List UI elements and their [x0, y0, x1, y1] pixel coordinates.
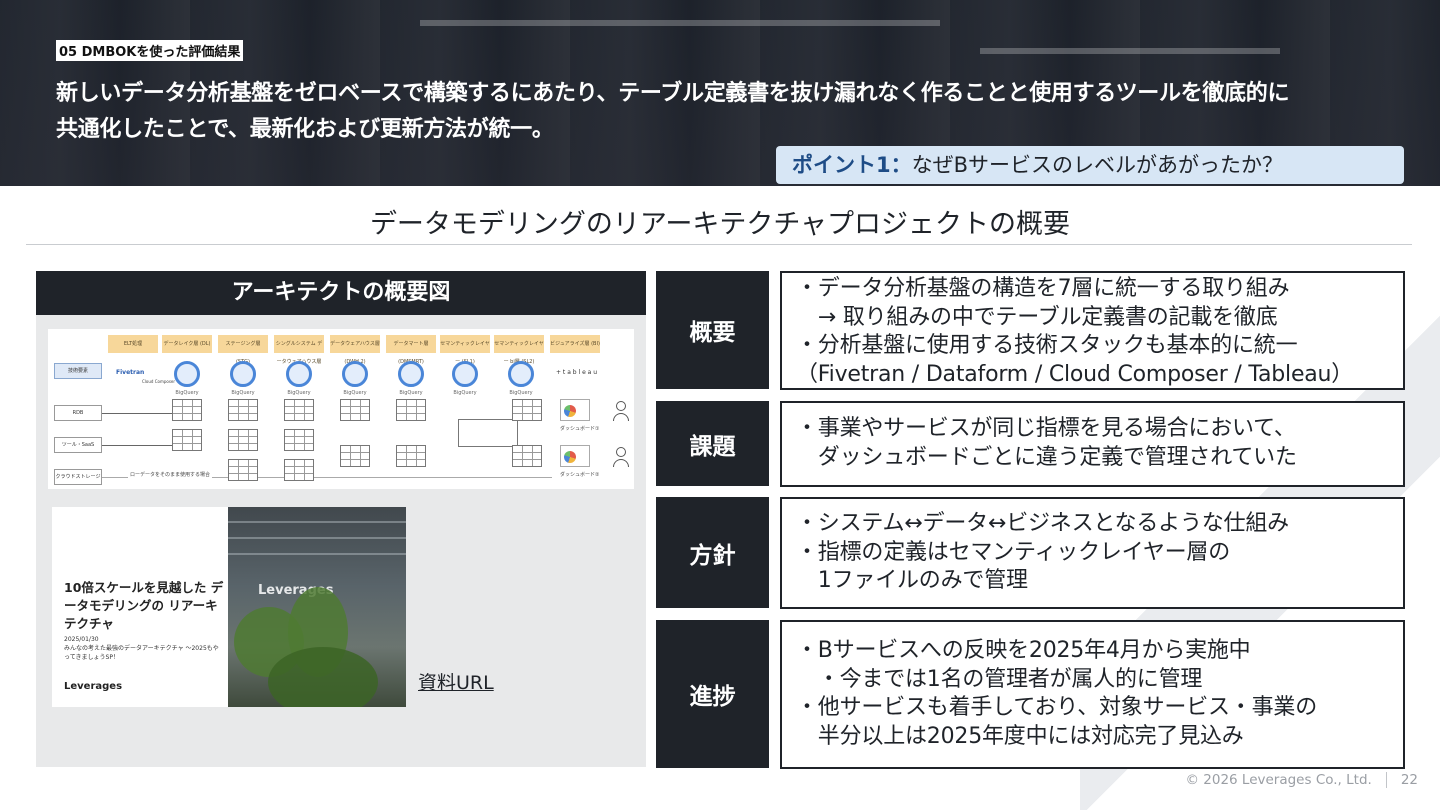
user-icon — [616, 447, 626, 457]
analysis-table-box — [458, 419, 518, 447]
table-icon — [340, 445, 370, 467]
table-icon — [512, 445, 542, 467]
panel-title: アーキテクトの概要図 — [36, 271, 646, 315]
row-label-progress: 進捗 — [656, 620, 769, 768]
ceiling-beam — [420, 20, 940, 26]
table-icon — [228, 399, 258, 421]
cover-event: みんなの考えた最強のデータアーキテクチャ ～2025もやってきましょうSP！ — [64, 645, 219, 661]
layer-chip: ステージング層 (STG) — [218, 335, 268, 365]
layer-chip: データウェアハウス層 (DWH 2) — [330, 335, 380, 365]
table-icon — [396, 445, 426, 467]
footer-separator — [1385, 772, 1387, 788]
page-number: 22 — [1400, 772, 1418, 788]
headline-line-1: 新しいデータ分析基盤をゼロベースで構築するにあたり、テーブル定義書を抜け漏れなく… — [56, 81, 1290, 106]
dashboard-label: ダッシュボード② — [560, 472, 600, 478]
slide: 05 DMBOKを使った評価結果 新しいデータ分析基盤をゼロベースで構築するにあ… — [0, 0, 1440, 810]
user-icon-body — [613, 413, 629, 421]
table-icon — [284, 429, 314, 451]
layer-chip: ELT処理 — [108, 335, 158, 353]
photo-ceiling — [228, 553, 406, 555]
dashboard-icon — [560, 399, 590, 421]
bigquery-label: BigQuery — [287, 390, 311, 396]
bigquery-label: BigQuery — [231, 390, 255, 396]
slide-subtitle: データモデリングのリアーキテクチャプロジェクトの概要 — [369, 209, 1071, 240]
row-text-progress: ・Bサービスへの反映を2025年4月から実施中 ・今までは1名の管理者が属人的に… — [780, 620, 1405, 769]
bigquery-icon — [230, 361, 256, 387]
table-icon — [172, 429, 202, 451]
footer: © 2026 Leverages Co., Ltd. 22 — [1185, 772, 1418, 788]
row-text-overview: ・データ分析基盤の構造を7層に統一する取り組み → 取り組みの中でテーブル定義書… — [780, 271, 1405, 390]
table-icon — [340, 399, 370, 421]
bigquery-icon — [286, 361, 312, 387]
layer-chip: ビジュアライズ層 (BI) — [550, 335, 600, 353]
cover-text-area: 10倍スケールを見越した データモデリングの リアーキテクチャ 2025/01/… — [52, 507, 228, 707]
dashboard-icon — [560, 445, 590, 467]
photo-ceiling — [228, 521, 406, 523]
raw-data-note: ローデータをそのまま使用する場合 — [128, 471, 213, 478]
bigquery-icon — [452, 361, 478, 387]
cover-title: 10倍スケールを見越した データモデリングの リアーキテクチャ — [64, 580, 224, 631]
point-text: なぜBサービスのレベルがあがったか？ — [911, 153, 1284, 177]
document-url-link[interactable]: 資料URL — [418, 668, 494, 695]
source-cloud-storage: クラウドストレージ — [54, 469, 102, 485]
cover-brand: Leverages — [64, 681, 123, 692]
layer-chip: データマート層 (DMSMRT) — [386, 335, 436, 365]
bigquery-icon — [342, 361, 368, 387]
table-icon — [228, 459, 258, 481]
cloud-composer-label: Cloud Composer — [142, 379, 176, 384]
layer-chip: データレイク層 (DL) — [162, 335, 212, 353]
table-icon — [284, 459, 314, 481]
user-icon — [616, 401, 626, 411]
table-icon — [284, 399, 314, 421]
table-icon — [228, 429, 258, 451]
bigquery-icon — [174, 361, 200, 387]
layer-chip: セマンティックレイヤー bi層 (SL2) — [494, 335, 544, 365]
cover-date: 2025/01/30 — [64, 636, 99, 643]
presentation-cover-thumbnail: 10倍スケールを見越した データモデリングの リアーキテクチャ 2025/01/… — [52, 507, 406, 707]
section-tag: 05 DMBOKを使った評価結果 — [56, 40, 244, 61]
flow-line — [102, 413, 172, 414]
bigquery-label: BigQuery — [453, 390, 477, 396]
ceiling-beam — [980, 48, 1280, 54]
office-photo: Leverages — [228, 507, 406, 707]
plant — [268, 647, 378, 707]
bigquery-label: BigQuery — [175, 390, 199, 396]
tech-stack-label: 技術要素 — [54, 363, 102, 379]
row-text-policy: ・システム↔データ↔ビジネスとなるような仕組み ・指標の定義はセマンティックレイ… — [780, 497, 1405, 609]
point-callout: ポイント1：なぜBサービスのレベルがあがったか？ — [776, 146, 1404, 184]
bigquery-label: BigQuery — [343, 390, 367, 396]
divider — [26, 244, 1412, 245]
cover-date-event: 2025/01/30 みんなの考えた最強のデータアーキテクチャ ～2025もやっ… — [64, 635, 224, 662]
bigquery-icon — [398, 361, 424, 387]
layer-chip: シングルシステム データウェアハウス層 (DWH 1) — [274, 335, 324, 383]
row-label-issue: 課題 — [656, 401, 769, 486]
bigquery-label: BigQuery — [399, 390, 423, 396]
bigquery-label: BigQuery — [509, 390, 533, 396]
fivetran-label: Fivetran — [116, 369, 145, 376]
copyright: © 2026 Leverages Co., Ltd. — [1185, 772, 1372, 788]
point-label: ポイント1： — [792, 153, 912, 177]
user-icon-body — [613, 459, 629, 467]
source-saas: ツール・SaaS — [54, 437, 102, 453]
table-icon — [172, 399, 202, 421]
table-icon — [512, 399, 542, 421]
architecture-panel: アーキテクトの概要図 ELT処理 データレイク層 (DL) ステージング層 (S… — [36, 271, 646, 767]
photo-ceiling — [228, 537, 406, 539]
row-label-overview: 概要 — [656, 271, 769, 389]
headline: 新しいデータ分析基盤をゼロベースで構築するにあたり、テーブル定義書を抜け漏れなく… — [56, 76, 1426, 148]
tableau-logo: + t a b l e a u — [556, 369, 598, 376]
table-icon — [396, 399, 426, 421]
row-label-policy: 方針 — [656, 497, 769, 608]
bigquery-icon — [508, 361, 534, 387]
source-rdb: RDB — [54, 405, 102, 421]
layer-chip: セマンティックレイヤー (SL1) — [440, 335, 490, 365]
flow-line — [102, 445, 172, 446]
dashboard-label: ダッシュボード① — [560, 426, 600, 432]
architecture-diagram: ELT処理 データレイク層 (DL) ステージング層 (STG) シングルシステ… — [48, 329, 634, 489]
headline-line-2: 共通化したことで、最新化および更新方法が統一。 — [56, 117, 554, 142]
row-text-issue: ・事業やサービスが同じ指標を見る場合において、 ダッシュボードごとに違う定義で管… — [780, 401, 1405, 487]
